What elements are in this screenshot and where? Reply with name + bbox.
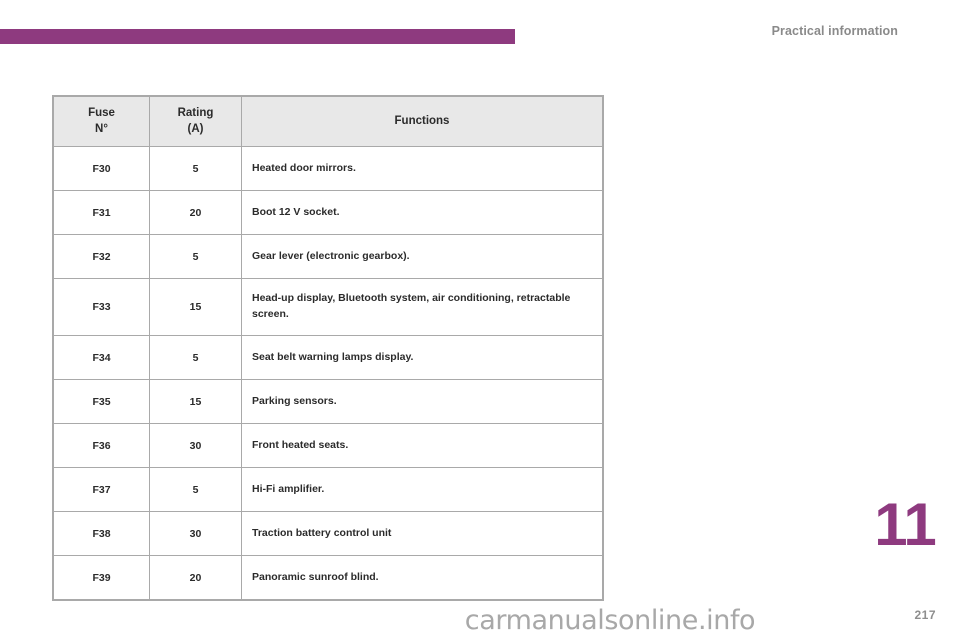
cell-rating: 30 (149, 423, 242, 469)
table-row: F32 5 Gear lever (electronic gearbox). (53, 234, 603, 280)
table-row: F33 15 Head-up display, Bluetooth system… (53, 278, 603, 337)
cell-functions: Parking sensors. (241, 379, 603, 425)
table-row: F30 5 Heated door mirrors. (53, 146, 603, 192)
table-row: F35 15 Parking sensors. (53, 379, 603, 425)
column-header-fuse-no-line1: Fuse (88, 107, 115, 119)
column-header-functions: Functions (241, 95, 603, 148)
cell-fuse-no: F32 (53, 234, 150, 280)
table-row: F36 30 Front heated seats. (53, 423, 603, 469)
site-watermark: carmanualsonline.info (464, 605, 756, 636)
table-row: F34 5 Seat belt warning lamps display. (53, 335, 603, 381)
cell-fuse-no: F34 (53, 335, 150, 381)
table-row: F39 20 Panoramic sunroof blind. (53, 555, 603, 601)
cell-functions: Seat belt warning lamps display. (241, 335, 603, 381)
table-header: Fuse N° Rating (A) Functions (53, 95, 603, 148)
page-header: Practical information (0, 0, 960, 60)
cell-fuse-no: F30 (53, 146, 150, 192)
cell-fuse-no: F37 (53, 467, 150, 513)
cell-functions: Hi-Fi amplifier. (241, 467, 603, 513)
cell-rating: 30 (149, 511, 242, 557)
fuse-table: Fuse N° Rating (A) Functions F30 5 Heate… (52, 94, 604, 602)
cell-rating: 5 (149, 467, 242, 513)
fuse-table-container: Fuse N° Rating (A) Functions F30 5 Heate… (52, 94, 604, 602)
table-row: F38 30 Traction battery control unit (53, 511, 603, 557)
cell-fuse-no: F31 (53, 190, 150, 236)
cell-functions: Front heated seats. (241, 423, 603, 469)
column-header-fuse-no-line2: N° (95, 122, 108, 135)
cell-rating: 15 (149, 278, 242, 337)
cell-fuse-no: F39 (53, 555, 150, 601)
cell-rating: 5 (149, 234, 242, 280)
cell-rating: 5 (149, 335, 242, 381)
table-row: F37 5 Hi-Fi amplifier. (53, 467, 603, 513)
chapter-number: 11 (874, 491, 936, 558)
cell-rating: 15 (149, 379, 242, 425)
column-header-fuse-no: Fuse N° (53, 95, 150, 148)
cell-fuse-no: F35 (53, 379, 150, 425)
column-header-rating-line2: (A) (187, 122, 204, 135)
chapter-tab: 11 (868, 495, 942, 555)
table-row: F31 20 Boot 12 V socket. (53, 190, 603, 236)
page-title: Practical information (771, 24, 898, 38)
cell-functions: Head-up display, Bluetooth system, air c… (241, 278, 603, 337)
cell-functions: Boot 12 V socket. (241, 190, 603, 236)
table-header-row: Fuse N° Rating (A) Functions (53, 95, 603, 148)
column-header-functions-label: Functions (394, 114, 450, 127)
cell-rating: 20 (149, 555, 242, 601)
cell-fuse-no: F33 (53, 278, 150, 337)
cell-rating: 5 (149, 146, 242, 192)
cell-fuse-no: F36 (53, 423, 150, 469)
cell-fuse-no: F38 (53, 511, 150, 557)
cell-functions: Panoramic sunroof blind. (241, 555, 603, 601)
cell-functions: Traction battery control unit (241, 511, 603, 557)
column-header-rating-line1: Rating (177, 107, 214, 119)
cell-functions: Gear lever (electronic gearbox). (241, 234, 603, 280)
cell-rating: 20 (149, 190, 242, 236)
cell-functions: Heated door mirrors. (241, 146, 603, 192)
column-header-rating: Rating (A) (149, 95, 242, 148)
table-body: F30 5 Heated door mirrors. F31 20 Boot 1… (53, 146, 603, 601)
header-rule (0, 29, 515, 44)
